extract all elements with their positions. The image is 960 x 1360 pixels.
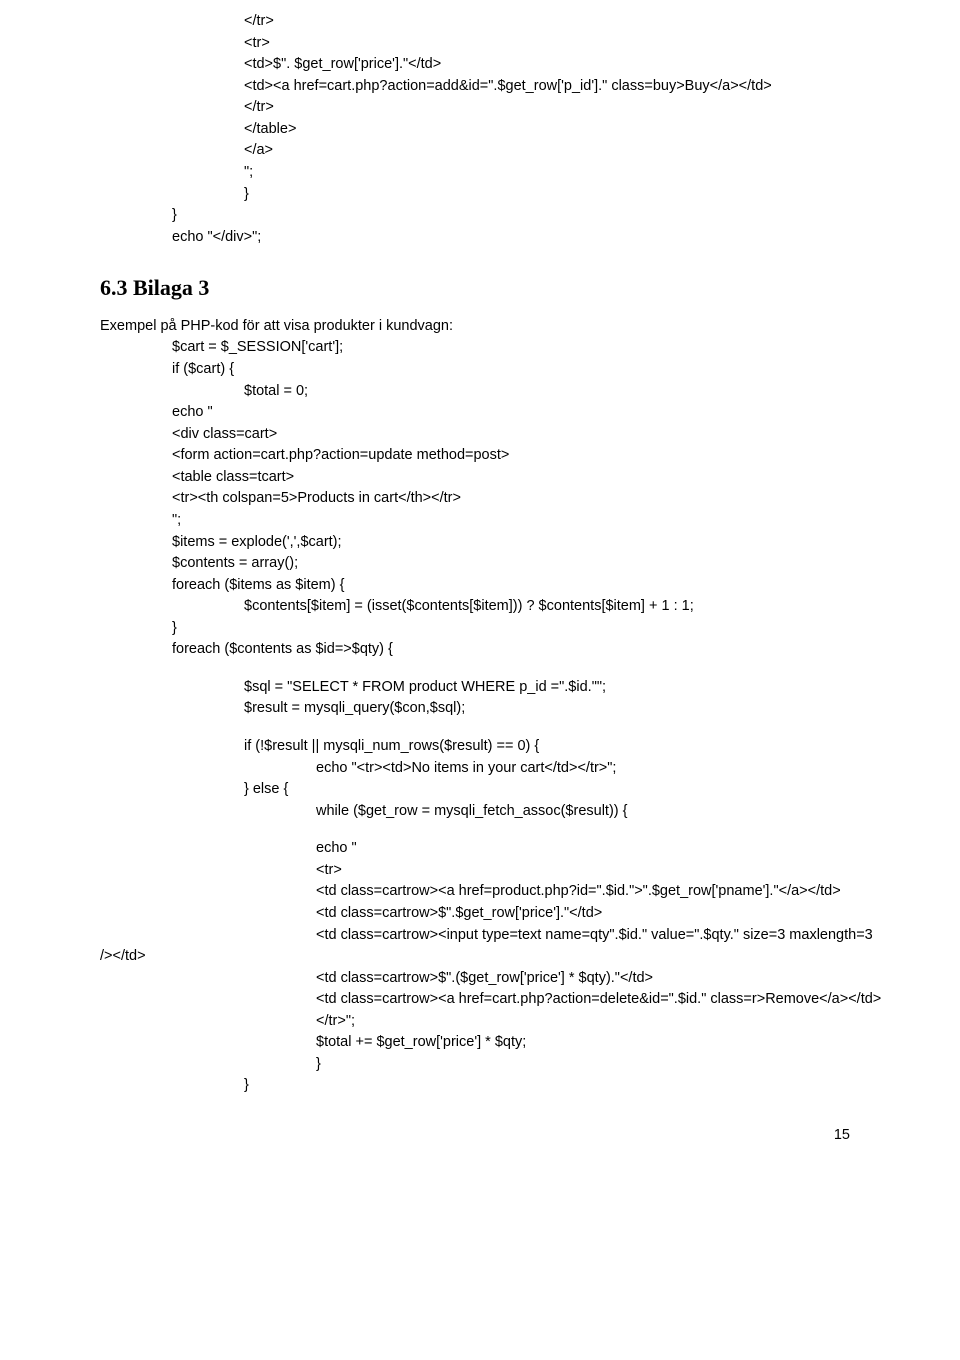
code-line: echo "</div>"; [100, 228, 860, 248]
code-line: </tr>"; [100, 1012, 860, 1032]
code-line: <form action=cart.php?action=update meth… [100, 446, 860, 466]
section-heading: 6.3 Bilaga 3 [100, 273, 860, 303]
code-line: </a> [100, 141, 860, 161]
code-line: $cart = $_SESSION['cart']; [100, 338, 860, 358]
code-line: $sql = "SELECT * FROM product WHERE p_id… [100, 678, 860, 698]
code-line: "; [100, 511, 860, 531]
code-line: if (!$result || mysqli_num_rows($result)… [100, 737, 860, 757]
code-line: "; [100, 163, 860, 183]
code-line: /></td> [100, 947, 860, 967]
code-line: } [100, 1055, 860, 1075]
code-line: <td class=cartrow><a href=cart.php?actio… [100, 990, 860, 1010]
code-line: } else { [100, 780, 860, 800]
code-line: </tr> [100, 98, 860, 118]
code-line: $total = 0; [100, 382, 860, 402]
code-line: foreach ($items as $item) { [100, 576, 860, 596]
code-line: <div class=cart> [100, 425, 860, 445]
code-line: <tr> [100, 34, 860, 54]
code-line: } [100, 619, 860, 639]
code-line: <td class=cartrow><a href=product.php?id… [100, 882, 860, 902]
code-line: <tr><th colspan=5>Products in cart</th><… [100, 489, 860, 509]
code-line: </tr> [100, 12, 860, 32]
page-number: 15 [100, 1126, 860, 1146]
code-line: $total += $get_row['price'] * $qty; [100, 1033, 860, 1053]
code-line: <tr> [100, 861, 860, 881]
code-line: <table class=tcart> [100, 468, 860, 488]
code-line: } [100, 185, 860, 205]
code-line: } [100, 206, 860, 226]
code-line: <td class=cartrow><input type=text name=… [100, 926, 860, 946]
code-line: $contents[$item] = (isset($contents[$ite… [100, 597, 860, 617]
code-line: echo " [100, 839, 860, 859]
code-line: <td class=cartrow>$".($get_row['price'] … [100, 969, 860, 989]
intro-text: Exempel på PHP-kod för att visa produkte… [100, 317, 860, 337]
code-line: foreach ($contents as $id=>$qty) { [100, 640, 860, 660]
code-line: $result = mysqli_query($con,$sql); [100, 699, 860, 719]
code-line: $items = explode(',',$cart); [100, 533, 860, 553]
code-line: $contents = array(); [100, 554, 860, 574]
document-page: </tr> <tr> <td>$". $get_row['price']."</… [0, 0, 960, 1186]
code-line: while ($get_row = mysqli_fetch_assoc($re… [100, 802, 860, 822]
code-line: <td>$". $get_row['price']."</td> [100, 55, 860, 75]
code-line: echo " [100, 403, 860, 423]
code-line: </table> [100, 120, 860, 140]
code-line: <td class=cartrow>$".$get_row['price']."… [100, 904, 860, 924]
code-line: if ($cart) { [100, 360, 860, 380]
code-line: echo "<tr><td>No items in your cart</td>… [100, 759, 860, 779]
code-line: <td><a href=cart.php?action=add&id=".$ge… [100, 77, 860, 97]
code-line: } [100, 1076, 860, 1096]
